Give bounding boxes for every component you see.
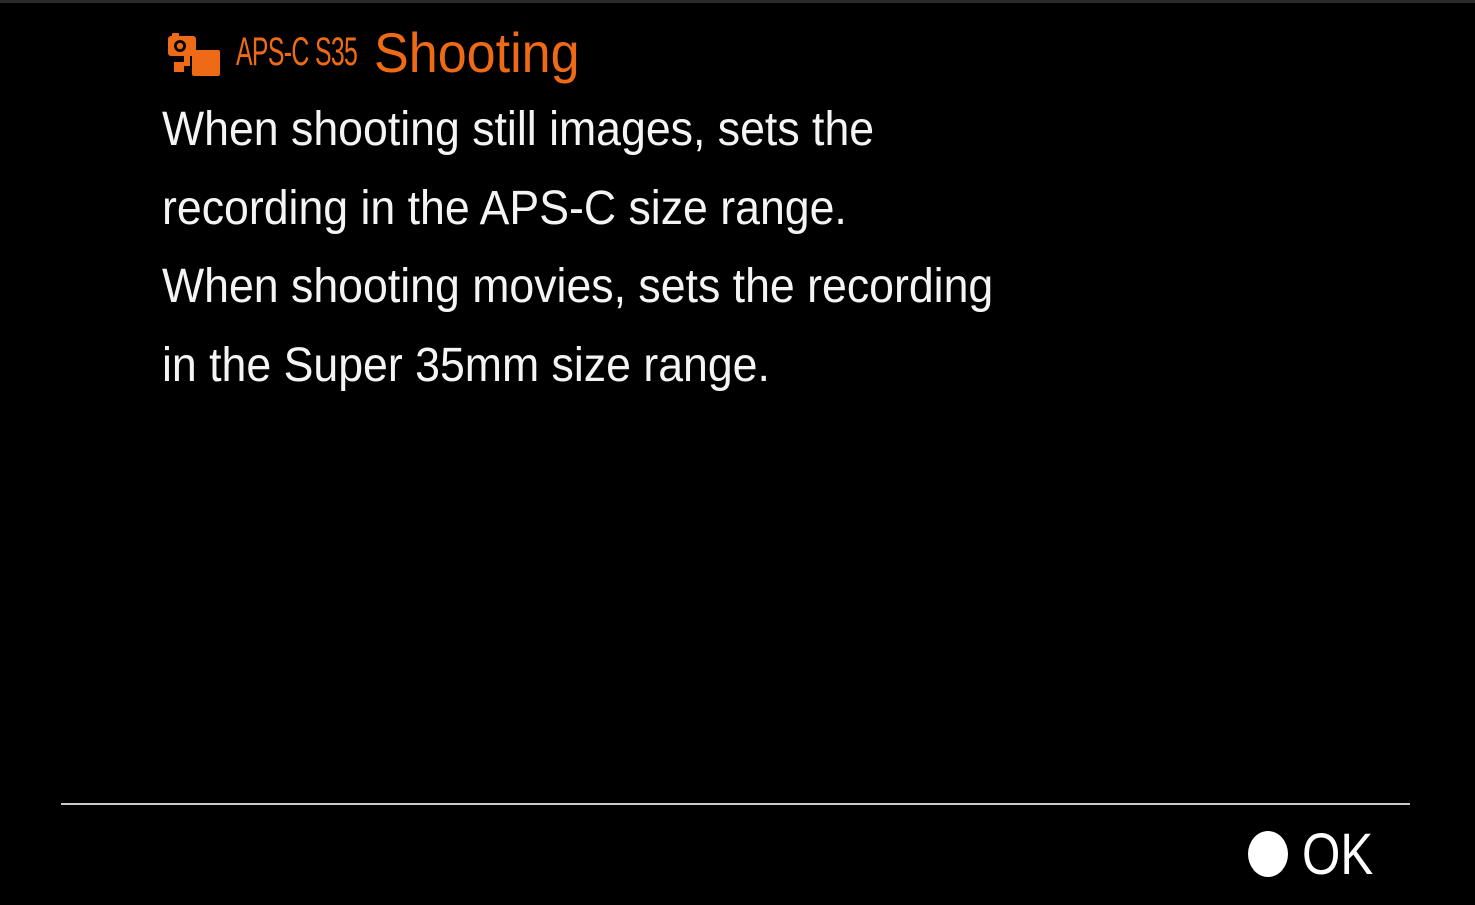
footer-divider [61, 803, 1410, 805]
description-line: When shooting still images, sets the [162, 103, 875, 156]
description-line: When shooting movies, sets the recording [162, 260, 994, 313]
ok-button[interactable]: OK [1248, 821, 1386, 887]
camera-shoot-icon [168, 33, 220, 76]
help-title-row: APS-C S35 Shooting [166, 17, 595, 87]
help-screen: APS-C S35 Shooting When shooting still i… [0, 0, 1475, 905]
description-line: in the Super 35mm size range. [162, 338, 770, 392]
mode-tag: APS-C S35 [236, 29, 358, 74]
description-line: recording in the APS-C size range. [162, 181, 847, 235]
ok-label: OK [1302, 821, 1374, 887]
page-title: Shooting [374, 20, 580, 84]
help-description: When shooting still images, sets the rec… [162, 91, 1212, 405]
circle-button-icon [1248, 831, 1288, 877]
